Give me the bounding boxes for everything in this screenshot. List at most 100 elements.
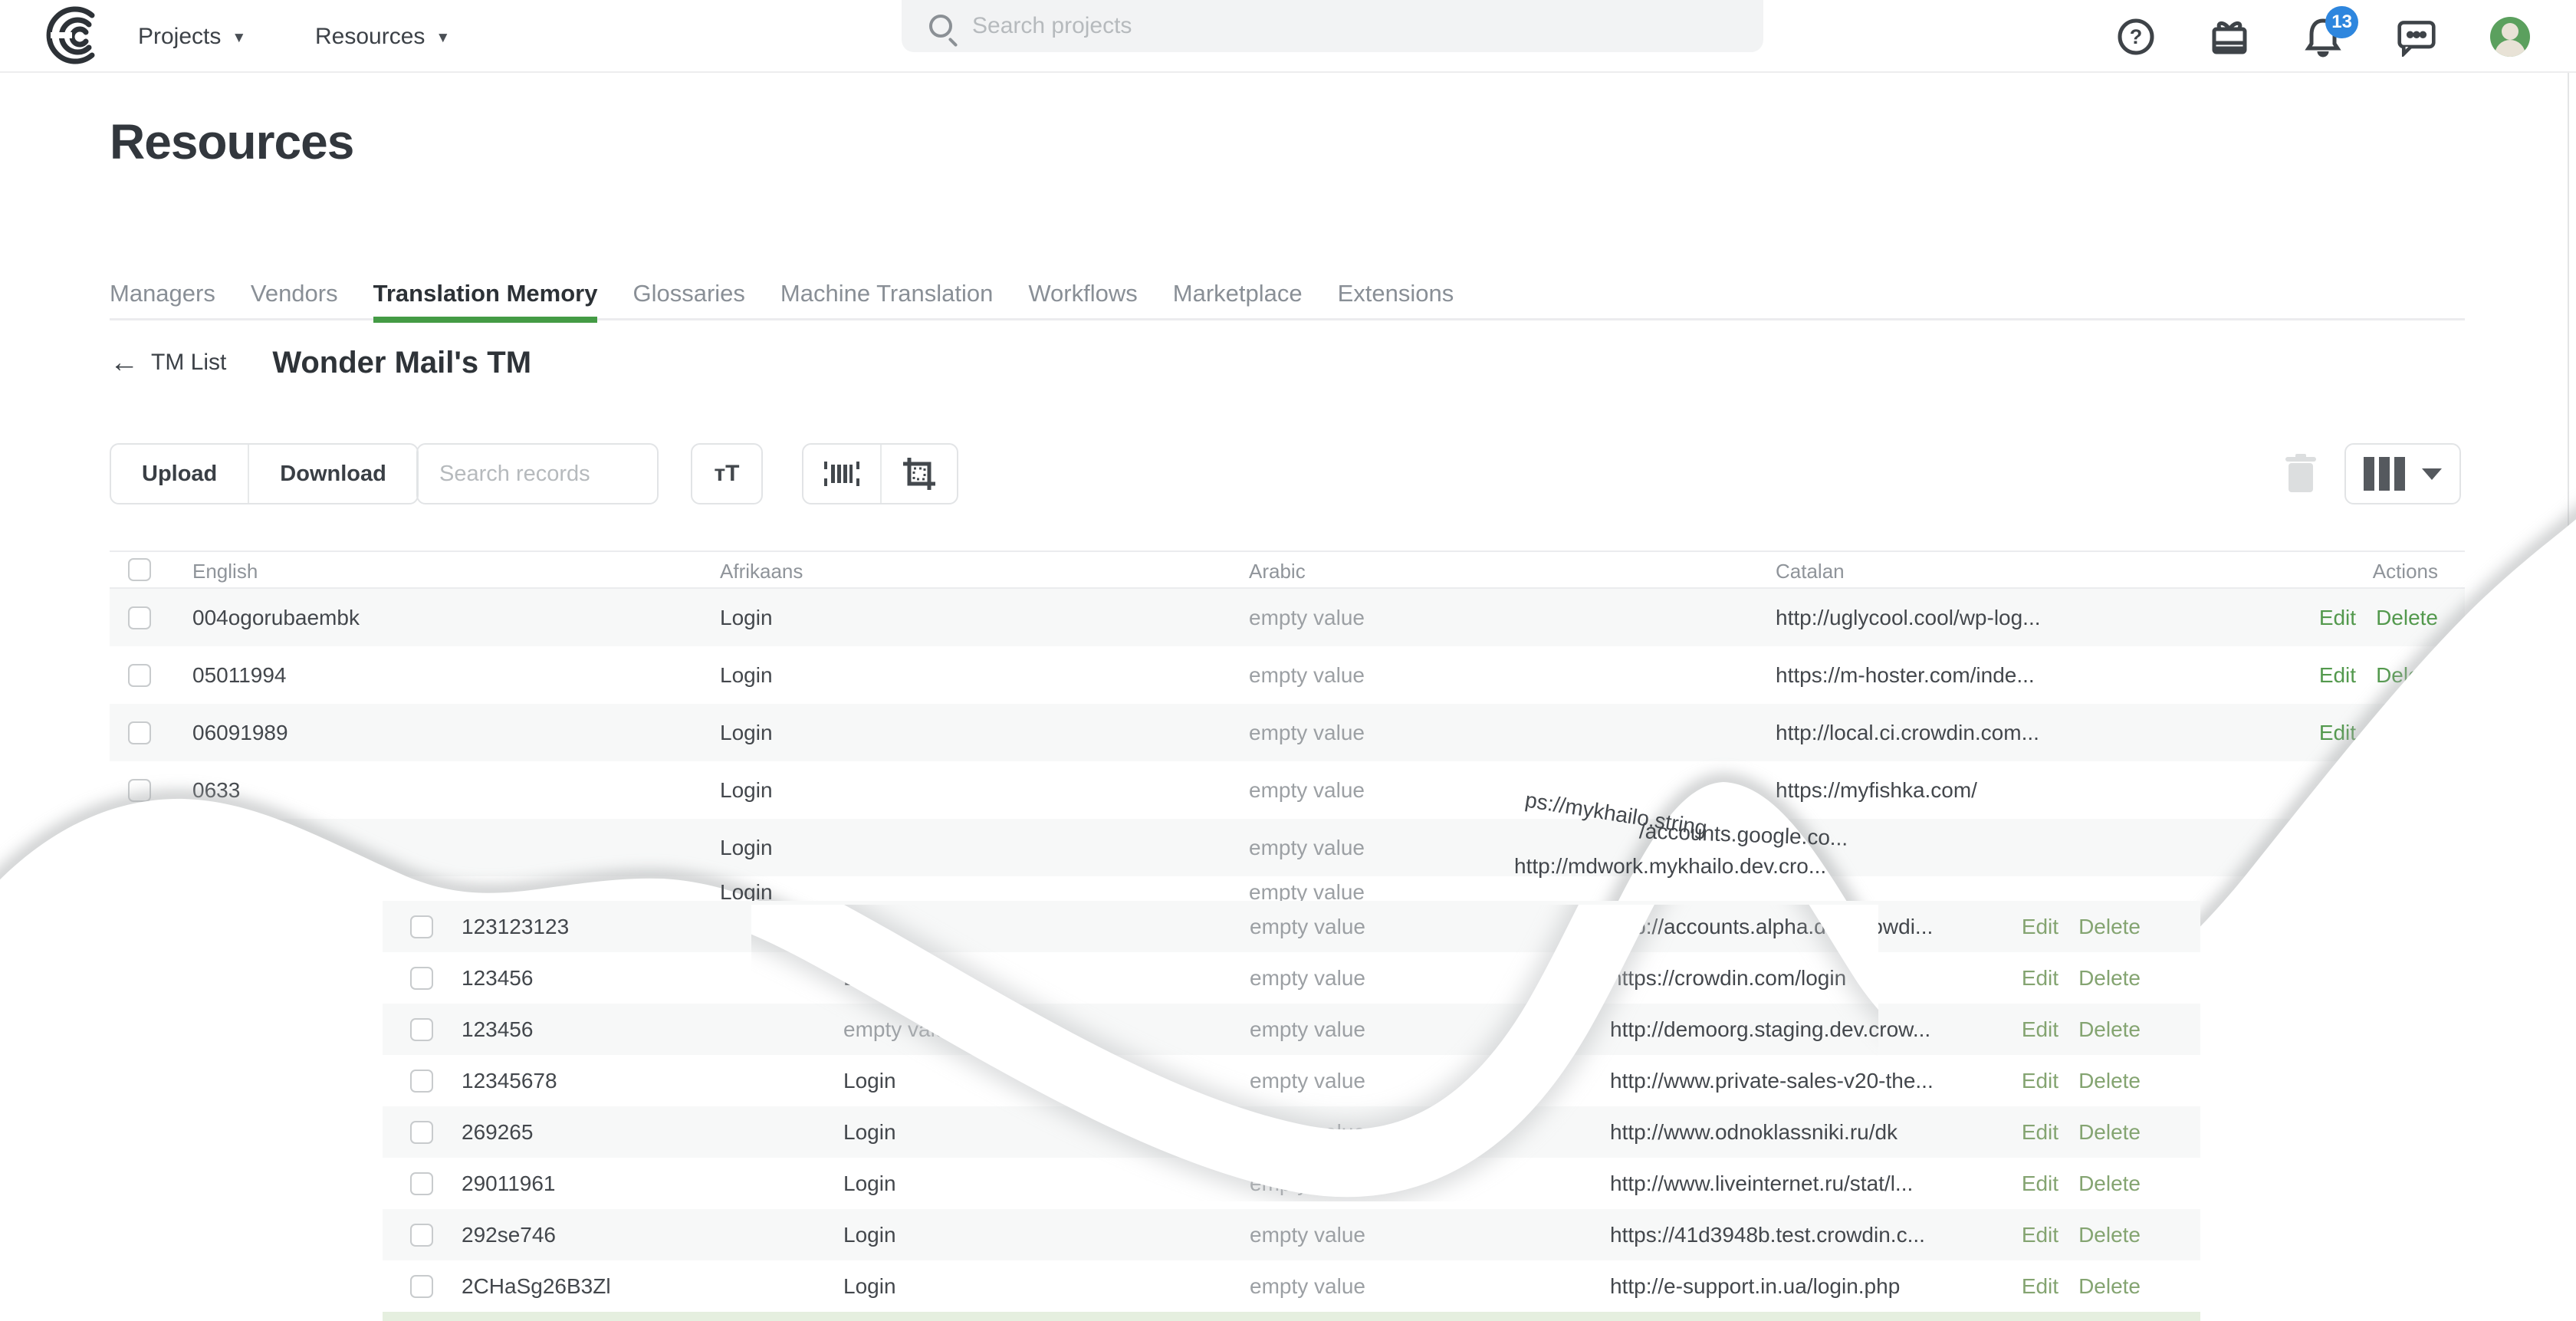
back-label: TM List bbox=[151, 350, 227, 375]
edit-link[interactable]: Edit bbox=[2319, 606, 2356, 630]
table-cell: 29011961 bbox=[462, 1171, 556, 1195]
delete-link[interactable]: Delete bbox=[2078, 1223, 2141, 1247]
row-checkbox[interactable] bbox=[410, 915, 433, 938]
edit-link[interactable]: Edit bbox=[2022, 1017, 2058, 1042]
table-cell: Login bbox=[720, 835, 773, 859]
table-cell: Login bbox=[720, 777, 773, 802]
upload-button[interactable]: Upload bbox=[111, 445, 248, 503]
columns-view-button[interactable] bbox=[2346, 445, 2459, 503]
delete-link[interactable]: Delete bbox=[2078, 1069, 2141, 1093]
table-cell: Login bbox=[843, 1068, 896, 1093]
chevron-down-icon: ▼ bbox=[435, 29, 451, 46]
user-avatar[interactable] bbox=[2490, 16, 2530, 57]
row-checkbox[interactable] bbox=[410, 1069, 433, 1093]
table-cell: empty value bbox=[843, 1017, 959, 1041]
edit-link[interactable]: Edit bbox=[2319, 663, 2356, 688]
row-checkbox[interactable] bbox=[128, 663, 151, 687]
edit-link[interactable]: Edit bbox=[2022, 1120, 2058, 1145]
table-cell: https://m-hoster.com/inde... bbox=[1776, 662, 2035, 687]
search-records-input[interactable] bbox=[439, 461, 636, 487]
delete-link[interactable]: Delete bbox=[2376, 663, 2438, 688]
table-cell: empty value bbox=[1250, 1119, 1365, 1144]
row-checkbox[interactable] bbox=[128, 606, 151, 629]
column-header-afrikaans[interactable]: Afrikaans bbox=[720, 552, 803, 590]
row-checkbox[interactable] bbox=[410, 1274, 433, 1298]
page-title: Resources bbox=[110, 114, 354, 169]
edit-link[interactable]: Edit bbox=[2022, 1274, 2058, 1299]
tab-vendors[interactable]: Vendors bbox=[251, 267, 338, 320]
select-all-checkbox[interactable] bbox=[128, 558, 151, 581]
table-cell: 2CHaSg26B3Zl bbox=[462, 1273, 611, 1298]
edit-link[interactable]: Edit bbox=[2022, 1171, 2058, 1196]
delete-link[interactable]: Delete bbox=[2078, 1120, 2141, 1145]
nav-resources-menu[interactable]: Resources ▼ bbox=[315, 0, 450, 73]
bell-icon[interactable]: 13 bbox=[2303, 5, 2358, 57]
table-cell: empty value bbox=[1249, 662, 1365, 687]
column-header-catalan[interactable]: Catalan bbox=[1776, 552, 1845, 590]
table-cell: http://www.liveinternet.ru/stat/l... bbox=[1610, 1171, 1914, 1195]
row-checkbox[interactable] bbox=[410, 966, 433, 990]
tab-marketplace[interactable]: Marketplace bbox=[1173, 267, 1303, 320]
row-actions: Edit Delete bbox=[2022, 1055, 2141, 1106]
chat-icon[interactable] bbox=[2397, 17, 2436, 57]
gift-icon[interactable] bbox=[2210, 17, 2249, 57]
barcode-icon[interactable] bbox=[803, 445, 880, 503]
row-checkbox[interactable] bbox=[410, 1120, 433, 1144]
tab-machine-translation[interactable]: Machine Translation bbox=[780, 267, 993, 320]
help-icon[interactable]: ? bbox=[2116, 17, 2156, 57]
back-to-tm-list[interactable]: ← TM List bbox=[110, 348, 226, 377]
table-cell: http://e-support.in.ua/login.php bbox=[1610, 1273, 1901, 1298]
active-tab-underline bbox=[373, 317, 598, 323]
table-cell: empty value bbox=[1249, 777, 1365, 802]
column-header-arabic[interactable]: Arabic bbox=[1249, 552, 1306, 590]
table-row: Login empty value bbox=[110, 819, 2465, 876]
tm-records-table-shifted: 123123123 empty value http://accounts.alph… bbox=[383, 901, 2200, 1321]
tm-toolbar: Upload Download тT bbox=[0, 443, 2576, 504]
table-cell: Login bbox=[843, 965, 896, 990]
resources-tabs: Managers Vendors Translation Memory Glossar… bbox=[110, 267, 2465, 323]
delete-link[interactable]: Delete bbox=[2078, 1017, 2141, 1042]
row-checkbox[interactable] bbox=[128, 721, 151, 744]
table-cell: empty value bbox=[1249, 835, 1365, 859]
edit-link[interactable]: Edit bbox=[2022, 1223, 2058, 1247]
delete-link[interactable]: Delete bbox=[2376, 721, 2438, 745]
delete-link[interactable]: Delete bbox=[2376, 606, 2438, 630]
nav-projects-menu[interactable]: Projects ▼ bbox=[138, 0, 246, 73]
edit-link[interactable]: Edit bbox=[2022, 915, 2058, 939]
delete-link[interactable]: Delete bbox=[2078, 915, 2141, 939]
tab-glossaries[interactable]: Glossaries bbox=[632, 267, 744, 320]
table-row: 05011994 Login empty value https://m-hoster… bbox=[110, 646, 2465, 704]
row-checkbox[interactable] bbox=[410, 1171, 433, 1195]
tab-translation-memory[interactable]: Translation Memory bbox=[373, 267, 598, 323]
top-navbar: Projects ▼ Resources ▼ ? bbox=[0, 0, 2576, 73]
row-actions: Edit Delete bbox=[2022, 1158, 2141, 1209]
text-case-icon[interactable]: тT bbox=[692, 445, 761, 503]
row-checkbox[interactable] bbox=[410, 1017, 433, 1041]
table-cell: 004ogorubaembk bbox=[192, 605, 360, 629]
delete-link[interactable]: Delete bbox=[2078, 1274, 2141, 1299]
table-row: 123123123 empty value http://accounts.alph… bbox=[383, 901, 2200, 952]
edit-link[interactable]: Edit bbox=[2022, 966, 2058, 991]
edit-link[interactable]: Edit bbox=[2319, 721, 2356, 745]
table-cell: empty value bbox=[1249, 605, 1365, 629]
delete-link[interactable]: Delete bbox=[2078, 1171, 2141, 1196]
column-header-english[interactable]: English bbox=[192, 552, 258, 590]
tab-extensions[interactable]: Extensions bbox=[1338, 267, 1454, 320]
search-projects-input[interactable] bbox=[972, 13, 1662, 39]
crop-icon[interactable] bbox=[880, 445, 957, 503]
delete-link[interactable]: Delete bbox=[2078, 966, 2141, 991]
edit-link[interactable]: Edit bbox=[2401, 778, 2438, 803]
table-cell: 123456 bbox=[462, 965, 534, 990]
edit-link[interactable]: Edit bbox=[2022, 1069, 2058, 1093]
crowdin-logo-icon[interactable] bbox=[44, 5, 106, 66]
row-checkbox[interactable] bbox=[128, 778, 151, 802]
table-row: 06091989 Login empty value http://local.ci.… bbox=[110, 704, 2465, 761]
trash-icon[interactable] bbox=[2285, 454, 2316, 494]
tab-managers[interactable]: Managers bbox=[110, 267, 215, 320]
row-actions: Edit Delete bbox=[2319, 646, 2438, 704]
tab-workflows[interactable]: Workflows bbox=[1028, 267, 1137, 320]
row-checkbox[interactable] bbox=[410, 1223, 433, 1247]
download-button[interactable]: Download bbox=[248, 445, 417, 503]
table-cell: https://41d3948b.test.crowdin.c... bbox=[1610, 1222, 1925, 1247]
table-cell: http://www.private-sales-v20-the... bbox=[1610, 1068, 1934, 1093]
